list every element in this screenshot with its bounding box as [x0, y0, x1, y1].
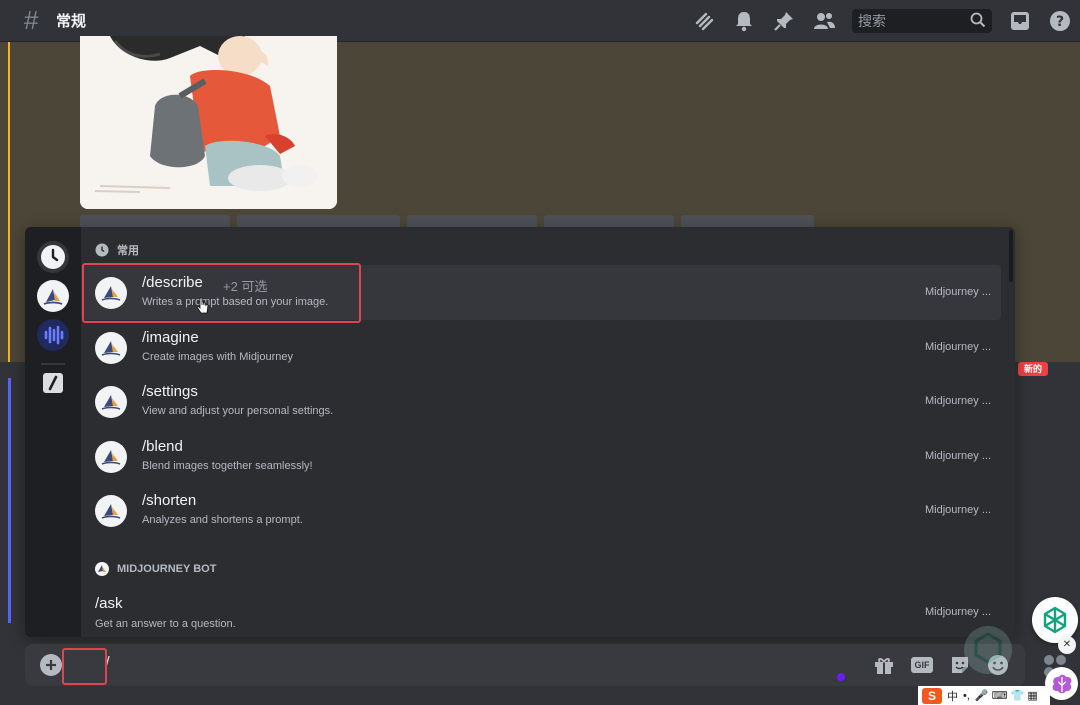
midjourney-avatar-icon	[95, 441, 127, 473]
mouse-cursor-icon	[196, 297, 210, 315]
command-name: /shorten	[142, 492, 197, 509]
mention-highlight-bar	[8, 42, 10, 362]
command-name: /imagine	[142, 329, 199, 346]
assistant-ghost-icon	[962, 624, 1014, 676]
popup-scrollbar-thumb[interactable]	[1009, 230, 1013, 282]
recent-clock-icon[interactable]	[37, 241, 69, 273]
help-icon[interactable]: ?	[1048, 9, 1072, 33]
midjourney-avatar-icon	[95, 495, 127, 527]
unread-indicator-bar	[8, 378, 11, 623]
command-ask[interactable]: /ask Get an answer to a question. Midjou…	[81, 585, 1001, 637]
soundwave-app-icon[interactable]	[37, 319, 69, 351]
gift-icon[interactable]	[872, 653, 896, 677]
inbox-icon[interactable]	[1008, 9, 1032, 33]
command-description: Blend images together seamlessly!	[142, 460, 313, 472]
section-frequent: 常用	[95, 242, 139, 258]
channel-name: 常规	[56, 13, 87, 30]
ime-punctuation-toggle[interactable]: •,	[963, 690, 970, 702]
gif-icon[interactable]: GIF	[910, 653, 934, 677]
ime-tools[interactable]: 🎤 ⌨ 👕 ▦	[975, 689, 1038, 702]
section-bot-label: MIDJOURNEY BOT	[117, 563, 217, 575]
rail-divider	[41, 363, 65, 365]
command-imagine[interactable]: /imagine Create images with Midjourney M…	[81, 320, 1001, 375]
activity-dot	[837, 673, 845, 681]
members-icon[interactable]	[812, 9, 836, 33]
ime-mode-toggle[interactable]: 中	[947, 688, 958, 704]
threads-icon[interactable]	[692, 9, 716, 33]
command-app-name: Midjourney ...	[924, 286, 991, 298]
command-description: Get an answer to a question.	[95, 618, 236, 630]
command-name: /settings	[142, 383, 198, 400]
child-illustration	[80, 36, 337, 209]
describe-highlight-annotation	[82, 263, 361, 323]
ime-toolbar: S 中 •, 🎤 ⌨ 👕 ▦	[918, 686, 1050, 705]
pin-icon[interactable]	[772, 9, 796, 33]
slash-input-annotation	[62, 648, 107, 685]
midjourney-app-icon[interactable]	[37, 280, 69, 312]
command-settings[interactable]: /settings View and adjust your personal …	[81, 374, 1001, 429]
sogou-ime-logo[interactable]: S	[922, 687, 942, 704]
section-frequent-label: 常用	[117, 245, 139, 257]
command-app-name: Midjourney ...	[924, 450, 991, 462]
clock-icon	[95, 243, 109, 257]
midjourney-small-icon	[95, 562, 109, 576]
midjourney-avatar-icon	[95, 332, 127, 364]
hash-icon: #	[24, 5, 39, 35]
new-messages-badge[interactable]: 新的	[1018, 362, 1049, 376]
command-description: Create images with Midjourney	[142, 351, 294, 363]
command-description: Analyzes and shortens a prompt.	[142, 514, 303, 526]
command-app-name: Midjourney ...	[924, 504, 991, 516]
section-midjourney-bot: MIDJOURNEY BOT	[95, 561, 216, 577]
command-category-rail	[25, 227, 81, 637]
generated-image[interactable]	[80, 36, 337, 209]
assistant-close-icon[interactable]: ✕	[1058, 636, 1076, 654]
search-icon	[970, 12, 986, 31]
builtin-commands-icon[interactable]	[37, 367, 69, 399]
attach-plus-icon[interactable]	[40, 654, 62, 676]
command-name: /blend	[142, 438, 183, 455]
command-name: /ask	[95, 595, 123, 612]
command-app-name: Midjourney ...	[924, 395, 991, 407]
header-toolbar: 搜索 ?	[684, 0, 1080, 42]
gif-label: GIF	[911, 657, 933, 673]
popup-scrollbar[interactable]	[1008, 227, 1014, 637]
command-app-name: Midjourney ...	[924, 606, 991, 618]
message-composer: / GIF	[25, 644, 1025, 686]
command-app-name: Midjourney ...	[924, 341, 991, 353]
command-description: View and adjust your personal settings.	[142, 405, 334, 417]
svg-text:?: ?	[1056, 14, 1064, 30]
search-placeholder: 搜索	[858, 13, 886, 29]
command-blend[interactable]: /blend Blend images together seamlessly!…	[81, 429, 1001, 484]
command-shorten[interactable]: /shorten Analyzes and shortens a prompt.…	[81, 483, 1001, 538]
midjourney-avatar-icon	[95, 386, 127, 418]
bell-icon[interactable]	[732, 9, 756, 33]
search-input[interactable]: 搜索	[852, 9, 992, 33]
